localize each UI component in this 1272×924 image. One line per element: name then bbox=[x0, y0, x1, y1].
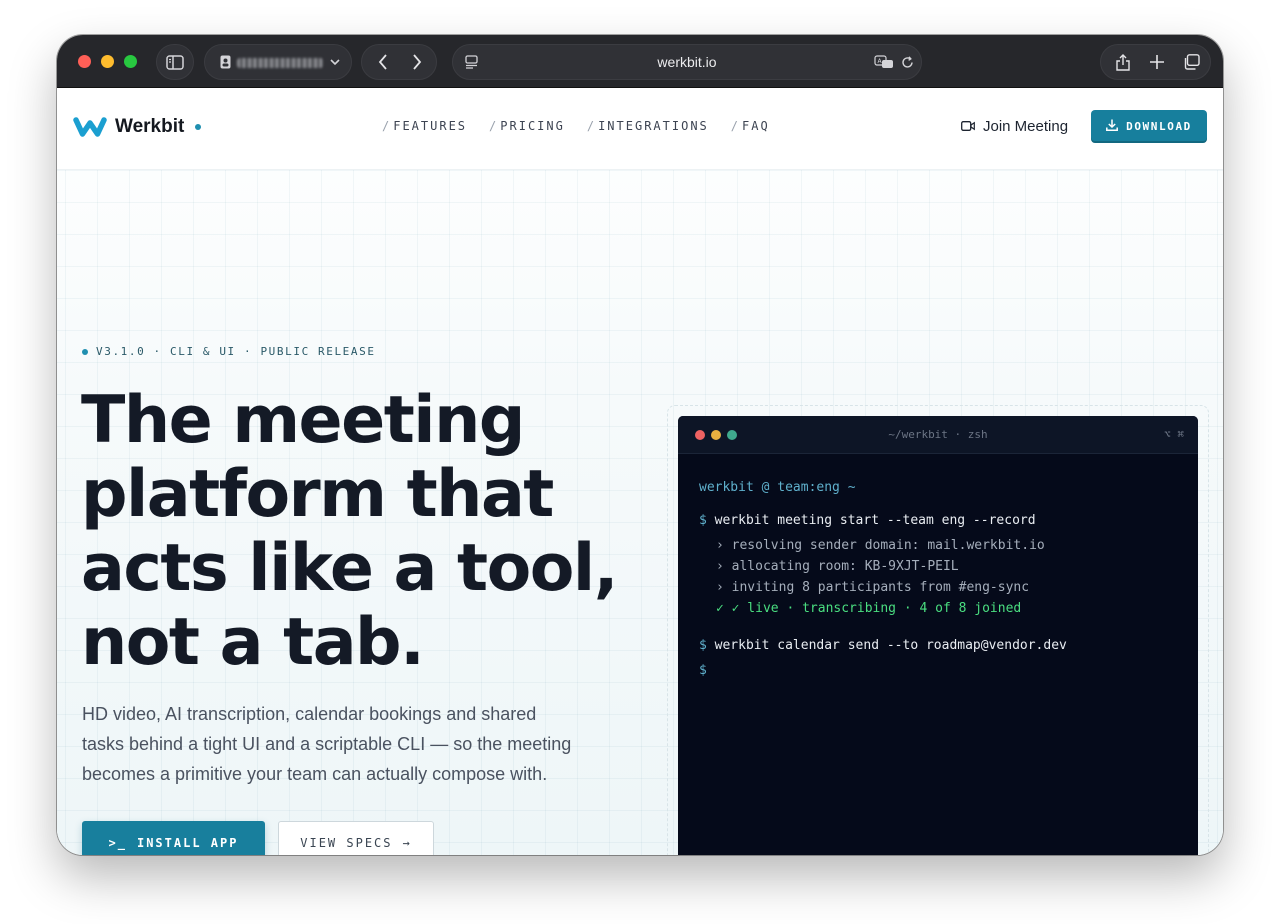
terminal-line: $ werkbit meeting start --team eng --rec… bbox=[699, 513, 1036, 528]
subtext-line: HD video, AI transcription, calendar boo… bbox=[82, 704, 537, 724]
release-badge: V3.1.0 · CLI & UI · PUBLIC RELEASE bbox=[82, 345, 376, 358]
sidebar-icon bbox=[157, 45, 193, 79]
join-meeting-label: Join Meeting bbox=[983, 118, 1069, 135]
terminal-line: ✓ ✓ live · transcribing · 4 of 8 joined bbox=[716, 601, 1022, 616]
headline-line: not a tab. bbox=[81, 605, 425, 680]
download-icon bbox=[1106, 119, 1119, 134]
profile-switcher[interactable] bbox=[204, 44, 352, 80]
site-header: Werkbit / FEATURES / PRICING / INTEGRATIONS… bbox=[57, 88, 1223, 170]
nav-link-features[interactable]: / FEATURES bbox=[382, 119, 467, 133]
profile-name-redacted bbox=[237, 58, 323, 68]
nav-link-faq[interactable]: / FAQ bbox=[731, 119, 770, 133]
arrow-right-icon: → bbox=[402, 836, 412, 850]
primary-nav: / FEATURES / PRICING / INTEGRATIONS / FAQ bbox=[382, 119, 770, 133]
view-specs-button[interactable]: VIEW SPECS → bbox=[278, 821, 434, 855]
sidebar-toggle-button[interactable] bbox=[156, 44, 194, 80]
werkbit-logo-icon[interactable] bbox=[73, 116, 107, 138]
download-label: DOWNLOAD bbox=[1126, 120, 1192, 133]
hero-subtext: HD video, AI transcription, calendar boo… bbox=[82, 699, 642, 789]
terminal-context: werkbit @ team:eng ~ bbox=[699, 480, 856, 495]
new-tab-icon[interactable] bbox=[1143, 45, 1171, 79]
zoom-window-button[interactable] bbox=[124, 55, 137, 68]
terminal-line: $ bbox=[699, 663, 707, 678]
headline-line: platform that bbox=[81, 457, 554, 532]
history-nav bbox=[361, 44, 437, 80]
subtext-line: becomes a primitive your team can actual… bbox=[82, 764, 548, 784]
terminal-titlebar: ~/werkbit · zsh ⌥ ⌘ bbox=[678, 416, 1198, 454]
window-actions bbox=[1100, 44, 1211, 80]
download-button[interactable]: DOWNLOAD bbox=[1091, 110, 1207, 143]
hero-headline: The meeting platform that acts like a to… bbox=[81, 384, 641, 680]
terminal-shortcut-hint: ⌥ ⌘ bbox=[1164, 428, 1184, 441]
tab-overview-icon[interactable] bbox=[1177, 45, 1205, 79]
logo-dot bbox=[195, 124, 201, 130]
terminal-prompt-icon: >_ bbox=[108, 836, 127, 850]
webpage: Werkbit / FEATURES / PRICING / INTEGRATIONS… bbox=[57, 88, 1223, 855]
view-specs-label: VIEW SPECS bbox=[300, 836, 393, 850]
address-bar[interactable]: werkbit.io A bbox=[452, 44, 922, 80]
headline-line: The meeting bbox=[81, 383, 525, 458]
profile-icon bbox=[219, 54, 231, 70]
terminal-line: › inviting 8 participants from #eng-sync bbox=[716, 580, 1030, 595]
install-app-label: INSTALL APP bbox=[136, 836, 239, 850]
minimize-window-button[interactable] bbox=[101, 55, 114, 68]
nav-link-pricing[interactable]: / PRICING bbox=[489, 119, 565, 133]
browser-window: werkbit.io A Werkbit / FEATURES / PRICIN… bbox=[57, 35, 1223, 855]
terminal-line: › resolving sender domain: mail.werkbit.… bbox=[716, 538, 1045, 553]
release-text: V3.1.0 · CLI & UI · PUBLIC RELEASE bbox=[96, 345, 376, 358]
url-text: werkbit.io bbox=[657, 54, 717, 70]
release-dot bbox=[82, 348, 88, 355]
subtext-line: tasks behind a tight UI and a scriptable… bbox=[82, 734, 572, 754]
terminal-line: › allocating room: KB-9XJT-PEIL bbox=[716, 559, 959, 574]
terminal-line: $ werkbit calendar send --to roadmap@ven… bbox=[699, 638, 1067, 653]
terminal-title: ~/werkbit · zsh bbox=[888, 428, 988, 441]
share-icon[interactable] bbox=[1109, 45, 1137, 79]
reload-icon[interactable] bbox=[899, 54, 915, 70]
forward-button[interactable] bbox=[402, 45, 432, 79]
translate-icon[interactable]: A bbox=[873, 54, 895, 70]
browser-toolbar: werkbit.io A bbox=[57, 35, 1223, 88]
close-window-button[interactable] bbox=[78, 55, 91, 68]
back-button[interactable] bbox=[368, 45, 398, 79]
svg-text:A: A bbox=[878, 58, 883, 65]
headline-line: acts like a tool, bbox=[81, 531, 618, 606]
video-camera-icon bbox=[961, 118, 975, 135]
nav-link-integrations[interactable]: / INTEGRATIONS bbox=[587, 119, 709, 133]
chevron-down-icon bbox=[329, 56, 341, 68]
install-app-button[interactable]: >_ INSTALL APP bbox=[82, 821, 265, 855]
terminal-window: ~/werkbit · zsh ⌥ ⌘ werkbit @ team:eng ~… bbox=[678, 416, 1198, 855]
logo-text[interactable]: Werkbit bbox=[115, 116, 184, 138]
join-meeting-link[interactable]: Join Meeting bbox=[961, 118, 1068, 135]
